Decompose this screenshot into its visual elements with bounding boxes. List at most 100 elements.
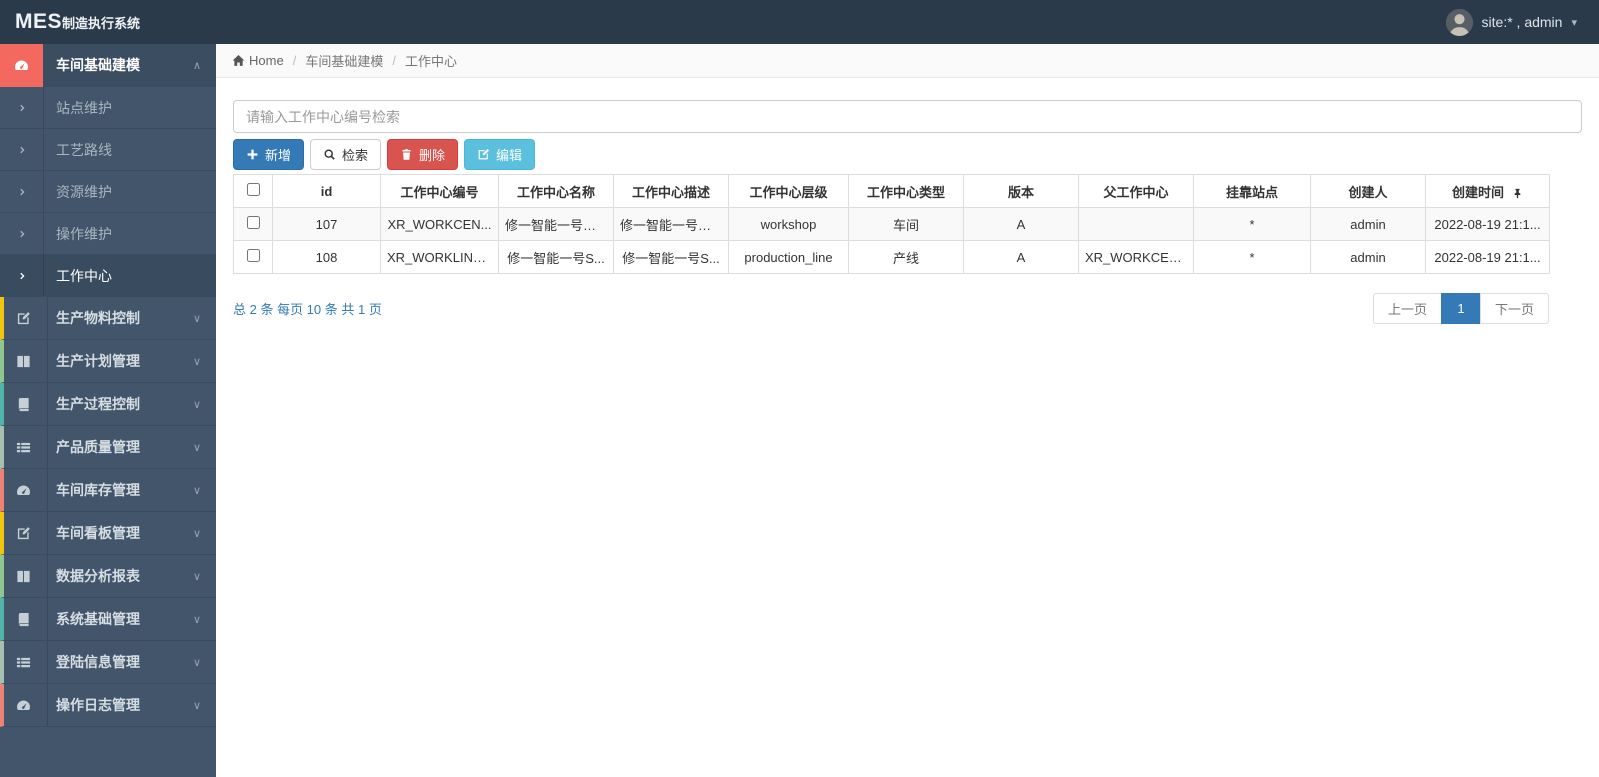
sidebar-section-system-management[interactable]: 系统基础管理 ∨ [0,598,216,641]
pin-icon[interactable] [1512,188,1523,199]
pagination-summary: 总 2 条 每页 10 条 共 1 页 [233,302,382,317]
chevron-down-icon: ∨ [192,527,201,540]
angle-right-icon [18,229,28,239]
pagination: 上一页 1 下一页 [1372,293,1549,324]
breadcrumb-item-current: 工作中心 [404,54,457,69]
row-checkbox[interactable] [246,216,260,229]
delete-button[interactable]: 删除 [387,139,459,170]
column-header-label: 创建时间 [1451,184,1504,200]
add-button[interactable]: 新增 [233,139,305,170]
sidebar-section-quality-management[interactable]: 产品质量管理 ∨ [0,426,216,469]
section-label: 生产计划管理 [56,353,140,369]
brand-logo[interactable]: MES制造执行系统 [0,10,140,34]
sidebar-section-material-control[interactable]: 生产物料控制 ∨ [0,297,216,340]
chevron-down-icon: ∨ [192,613,201,626]
subitem-label: 工作中心 [56,267,112,284]
table-cell: 修一智能一号S... [498,240,614,274]
book-icon [4,612,43,627]
sidebar-item-operation-maintenance[interactable]: 操作维护 [0,213,216,255]
gauge-icon [4,483,43,498]
table-cell: * [1193,207,1311,241]
user-menu[interactable]: site:* , admin ▾ [1445,8,1599,36]
sidebar-section-login-info[interactable]: 登陆信息管理 ∨ [0,641,216,684]
content-panel: 新增 检索 删除 编辑 i [216,78,1599,324]
section-label: 车间库存管理 [56,482,140,498]
next-page-button[interactable]: 下一页 [1479,293,1549,324]
table-cell: workshop [728,207,849,241]
sidebar-item-process-route[interactable]: 工艺路线 [0,129,216,171]
column-header-label: 工作中心类型 [866,184,945,200]
search-input[interactable] [233,100,1582,133]
section-label: 车间基础建模 [56,57,140,73]
table-row[interactable]: 107 XR_WORKCEN... 修一智能一号车间 修一智能一号车间 workshop… [233,207,1550,241]
sidebar-item-site-maintenance[interactable]: 站点维护 [0,87,216,129]
gauge-icon [4,698,43,713]
trash-icon [400,148,413,161]
table-cell: 修一智能一号车间 [498,207,614,241]
th-list-icon [4,655,43,670]
column-header-label: 版本 [1007,184,1034,200]
section-label: 车间看板管理 [56,525,140,541]
sidebar-section-report-analysis[interactable]: 数据分析报表 ∨ [0,555,216,598]
breadcrumb-separator: / [392,53,396,68]
column-header-label: 工作中心名称 [516,184,595,200]
sidebar-section-workshop-modeling[interactable]: 车间基础建模 ∧ [0,43,216,87]
table-cell [1078,207,1194,241]
table-cell: A [963,240,1079,274]
breadcrumb-home[interactable]: Home [232,53,284,68]
row-checkbox[interactable] [246,249,260,262]
chevron-down-icon: ∨ [192,656,201,669]
edit-button[interactable]: 编辑 [464,139,536,170]
table-row[interactable]: 108 XR_WORKLINE... 修一智能一号S... 修一智能一号S... pro… [233,240,1550,274]
table-cell: admin [1310,207,1426,241]
sidebar-section-inventory-management[interactable]: 车间库存管理 ∨ [0,469,216,512]
column-header: 工作中心描述 [613,174,729,208]
column-header: id [272,174,381,208]
column-header: 创建时间 [1425,174,1550,208]
chevron-up-icon: ∧ [192,59,201,72]
search-icon [323,148,336,161]
select-all-header [233,174,273,208]
sidebar-section-operation-log[interactable]: 操作日志管理 ∨ [0,684,216,727]
delete-button-label: 删除 [419,148,446,163]
column-header: 创建人 [1310,174,1426,208]
angle-right-icon [18,271,28,281]
gauge-icon [0,43,43,87]
prev-page-button[interactable]: 上一页 [1372,293,1442,324]
sidebar-section-kanban-management[interactable]: 车间看板管理 ∨ [0,512,216,555]
breadcrumb-item-module[interactable]: 车间基础建模 [305,51,383,70]
chevron-down-icon: ∨ [192,398,201,411]
edit-square-icon [477,148,490,161]
select-all-checkbox[interactable] [246,183,260,196]
section-label: 系统基础管理 [56,611,140,627]
breadcrumb-separator: / [292,53,297,68]
home-icon [232,54,245,67]
table-body: 107 XR_WORKCEN... 修一智能一号车间 修一智能一号车间 workshop… [233,207,1550,274]
column-header-label: 挂靠站点 [1225,184,1278,200]
subitem-label: 资源维护 [56,183,112,200]
sidebar: 车间基础建模 ∧ 站点维护 工艺路线 资源维护 操作维护 工作中心 生产物料控制… [0,43,216,777]
brand-mes: MES [15,10,63,33]
book-icon [4,397,43,412]
page-1-button[interactable]: 1 [1440,293,1481,324]
column-header-label: 父工作中心 [1103,184,1169,200]
sidebar-item-work-center[interactable]: 工作中心 [0,255,216,297]
column-header: 父工作中心 [1078,174,1194,208]
sidebar-section-process-control[interactable]: 生产过程控制 ∨ [0,383,216,426]
column-header: 工作中心编号 [380,174,499,208]
chevron-down-icon: ∨ [192,441,201,454]
column-header: 工作中心类型 [848,174,964,208]
table-cell: A [963,207,1079,241]
chevron-down-icon: ∨ [192,570,201,583]
edit-icon [4,311,43,326]
section-label: 生产过程控制 [56,396,140,412]
table-cell: XR_WORKCEN... [1078,240,1194,274]
main-content: Home / 车间基础建模 / 工作中心 新增 检索 删除 编辑 [216,44,1599,777]
search-button[interactable]: 检索 [310,139,382,170]
chevron-down-icon: ∨ [192,484,201,497]
sidebar-section-plan-management[interactable]: 生产计划管理 ∨ [0,340,216,383]
table-cell: 修一智能一号车间 [613,207,729,241]
sidebar-item-resource-maintenance[interactable]: 资源维护 [0,171,216,213]
th-list-icon [4,440,43,455]
table-header-row: id 工作中心编号 工作中心名称 工作中心描述 工作中心层级 工作中心类型 版本 父工作中心 挂… [233,174,1550,208]
